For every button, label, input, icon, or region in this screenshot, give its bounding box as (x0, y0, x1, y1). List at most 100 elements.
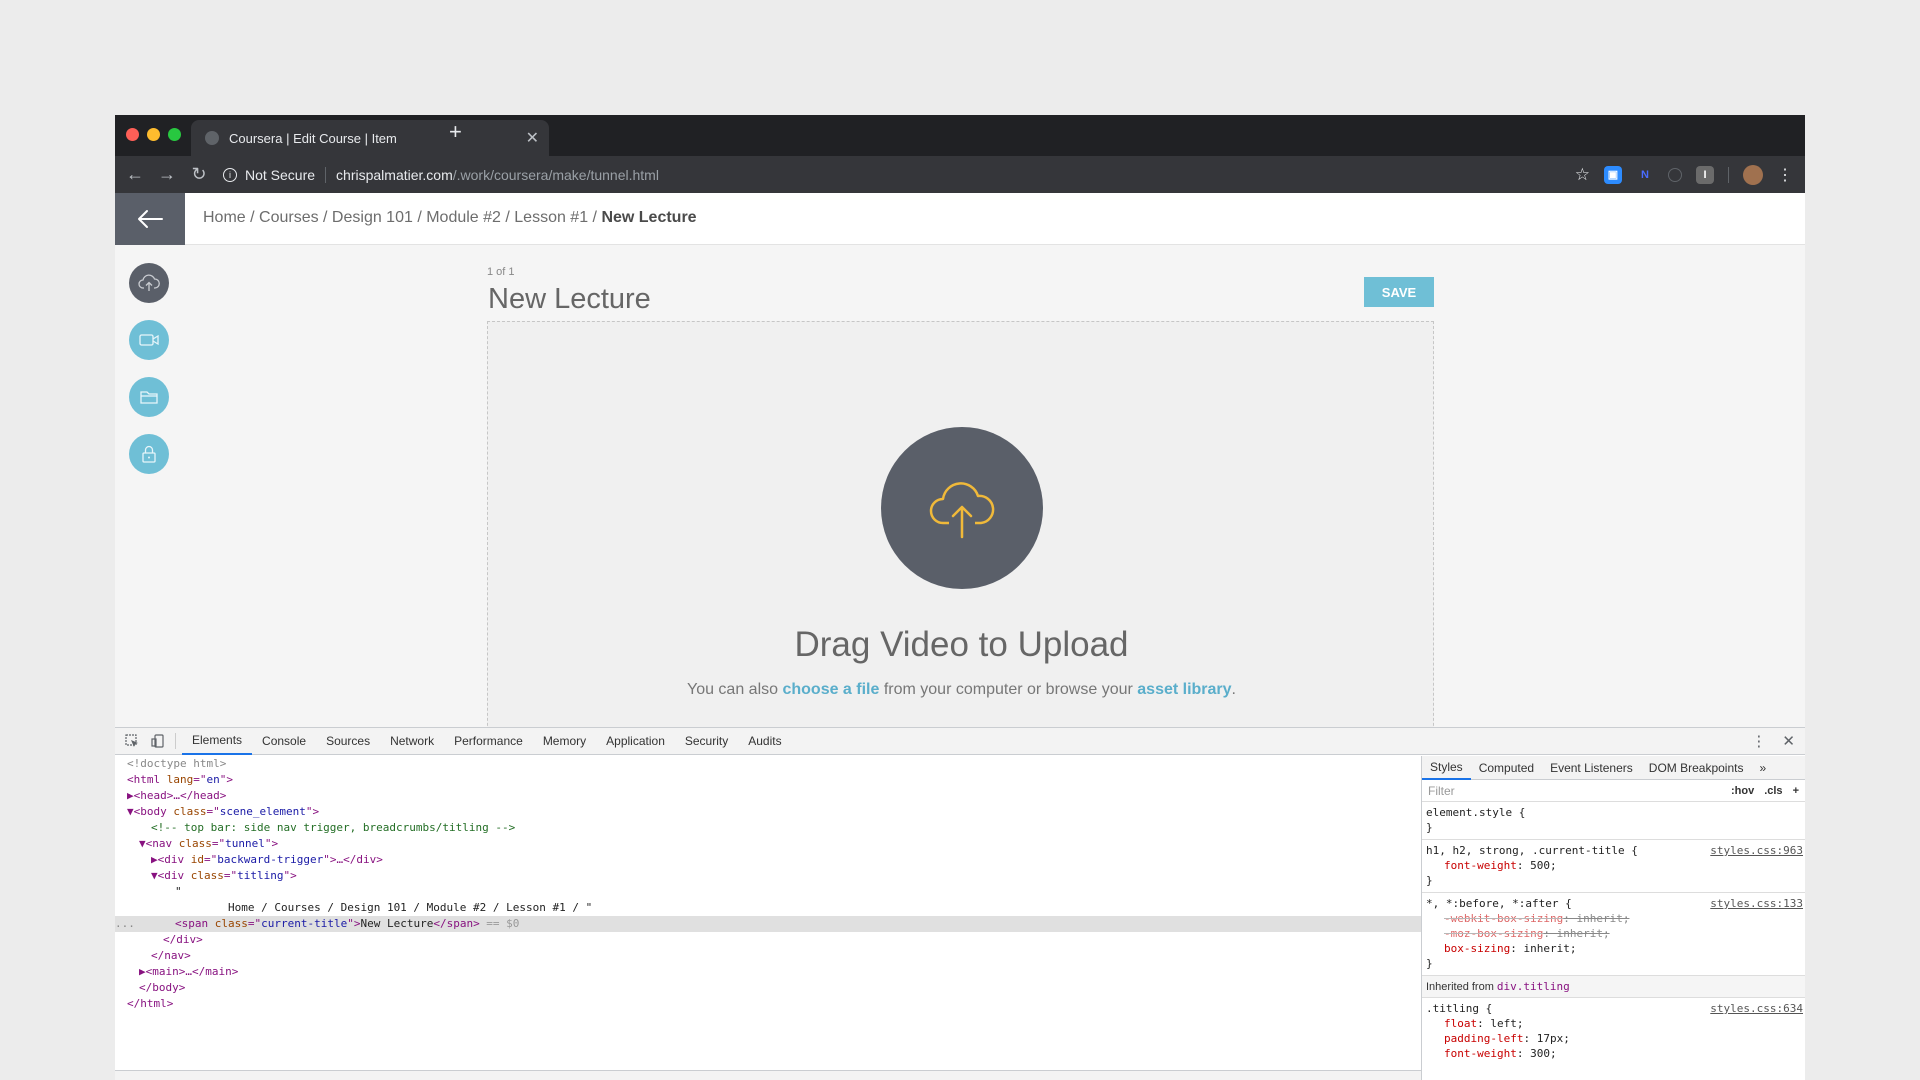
dom-text: class (173, 805, 207, 818)
tab-console[interactable]: Console (252, 728, 316, 755)
new-tab-button[interactable]: + (449, 119, 462, 145)
inherited-selector[interactable]: div.titling (1497, 980, 1570, 993)
dom-node[interactable]: </nav> (115, 948, 1421, 964)
dom-node[interactable]: ▼<nav class="tunnel"> (115, 836, 1421, 852)
browser-menu-icon[interactable]: ⋮ (1777, 165, 1793, 185)
styles-filter[interactable]: Filter :hov .cls + (1422, 780, 1805, 802)
dom-node[interactable]: <!doctype html> (115, 756, 1421, 772)
inspect-element-icon[interactable] (125, 734, 139, 748)
page-title: New Lecture (488, 283, 651, 315)
devtools-menu-icon[interactable]: ⋮ (1751, 732, 1766, 750)
browser-tab[interactable]: Coursera | Edit Course | Item ✕ (191, 120, 549, 156)
choose-file-link[interactable]: choose a file (782, 681, 879, 698)
close-tab-icon[interactable]: ✕ (526, 128, 539, 148)
dom-text: " (175, 885, 182, 898)
style-property[interactable]: -webkit-box-sizing: inherit; (1426, 911, 1801, 926)
asset-library-link[interactable]: asset library (1137, 681, 1231, 698)
dom-node[interactable]: ▶<head>…</head> (115, 788, 1421, 804)
tab-sources[interactable]: Sources (316, 728, 380, 755)
dom-text: <span (175, 917, 215, 930)
drag-title: Drag Video to Upload (794, 625, 1129, 664)
more-tabs-icon[interactable]: » (1751, 756, 1774, 780)
style-rule[interactable]: styles.css:133 *, *:before, *:after { -w… (1422, 893, 1805, 976)
tab-computed[interactable]: Computed (1471, 756, 1542, 780)
dom-text: "> (305, 805, 320, 818)
backward-trigger[interactable] (115, 193, 185, 245)
profile-avatar[interactable] (1743, 164, 1763, 185)
i-extension-icon[interactable]: I (1696, 165, 1714, 184)
device-toolbar-icon[interactable] (151, 734, 165, 748)
dom-text: ▶<head>…</head> (127, 789, 227, 802)
video-nav-button[interactable] (129, 320, 169, 360)
style-property[interactable]: padding-left: 17px; (1426, 1031, 1801, 1046)
dom-node[interactable]: ▶<main>…</main> (115, 964, 1421, 980)
n-extension-icon[interactable]: N (1636, 166, 1654, 184)
video-camera-icon (139, 334, 159, 346)
info-icon[interactable]: i (223, 167, 237, 182)
style-rule[interactable]: element.style { } (1422, 802, 1805, 840)
dom-node[interactable]: ▼<div class="titling"> (115, 868, 1421, 884)
inherited-section-header: Inherited from div.titling (1422, 976, 1805, 998)
bookmark-star-icon[interactable]: ☆ (1575, 165, 1590, 185)
dom-text: =" (223, 869, 238, 882)
upload-nav-button[interactable] (129, 263, 169, 303)
tab-event-listeners[interactable]: Event Listeners (1542, 756, 1641, 780)
rule-source-link[interactable]: styles.css:963 (1710, 843, 1803, 858)
devtools-close-icon[interactable]: ✕ (1782, 732, 1795, 750)
tab-application[interactable]: Application (596, 728, 675, 755)
breadcrumb-trail[interactable]: Home / Courses / Design 101 / Module #2 … (203, 209, 601, 226)
property-name: padding-left (1444, 1032, 1524, 1045)
dom-node[interactable]: <html lang="en"> (115, 772, 1421, 788)
dom-node[interactable]: <!-- top bar: side nav trigger, breadcru… (115, 820, 1421, 836)
property-value: : 500; (1516, 859, 1557, 872)
close-window-button[interactable] (126, 128, 139, 141)
back-icon[interactable]: ← (119, 164, 151, 185)
circle-extension-icon[interactable] (1668, 167, 1682, 182)
style-property[interactable]: -moz-box-sizing: inherit; (1426, 926, 1801, 941)
window-controls (126, 128, 181, 141)
folder-nav-button[interactable] (129, 377, 169, 417)
tab-audits[interactable]: Audits (738, 728, 791, 755)
upload-circle[interactable] (881, 427, 1043, 589)
tab-memory[interactable]: Memory (533, 728, 596, 755)
style-property[interactable]: box-sizing: inherit; (1426, 941, 1801, 956)
rule-source-link[interactable]: styles.css:133 (1710, 896, 1803, 911)
style-property[interactable]: font-weight: 500; (1426, 858, 1801, 873)
tab-styles[interactable]: Styles (1422, 756, 1471, 780)
style-rule[interactable]: styles.css:634 .titling { float: left; p… (1422, 998, 1805, 1065)
lock-nav-button[interactable] (129, 434, 169, 474)
forward-icon[interactable]: → (151, 164, 183, 185)
cls-toggle[interactable]: .cls (1764, 785, 1782, 797)
save-button[interactable]: SAVE (1364, 277, 1434, 307)
dom-node[interactable]: ▼<body class="scene_element"> (115, 804, 1421, 820)
dom-node[interactable]: </body> (115, 980, 1421, 996)
tab-security[interactable]: Security (675, 728, 738, 755)
maximize-window-button[interactable] (168, 128, 181, 141)
property-value: : 300; (1516, 1047, 1557, 1060)
rule-source-link[interactable]: styles.css:634 (1710, 1001, 1803, 1016)
hov-toggle[interactable]: :hov (1731, 785, 1754, 797)
dom-node[interactable]: Home / Courses / Design 101 / Module #2 … (115, 900, 1421, 916)
tab-performance[interactable]: Performance (444, 728, 533, 755)
tab-elements[interactable]: Elements (182, 728, 253, 755)
dom-node[interactable]: ▶<div id="backward-trigger">…</div> (115, 852, 1421, 868)
zoom-extension-icon[interactable]: ▣ (1604, 165, 1622, 184)
tab-network[interactable]: Network (380, 728, 444, 755)
dom-node[interactable]: " (115, 884, 1421, 900)
toolbar-divider (1728, 166, 1729, 183)
dom-node[interactable]: </html> (115, 996, 1421, 1012)
video-drop-zone[interactable]: Drag Video to Upload You can also choose… (487, 321, 1434, 727)
dom-text: </nav> (151, 949, 191, 962)
minimize-window-button[interactable] (147, 128, 160, 141)
dom-node[interactable]: </div> (115, 932, 1421, 948)
style-property[interactable]: font-weight: 300; (1426, 1046, 1801, 1061)
style-property[interactable]: float: left; (1426, 1016, 1801, 1031)
tab-dom-breakpoints[interactable]: DOM Breakpoints (1641, 756, 1752, 780)
dom-node-selected[interactable]: ... <span class="current-title">New Lectu… (115, 916, 1421, 932)
filter-input[interactable]: Filter (1428, 784, 1455, 798)
reload-icon[interactable]: ↻ (183, 164, 215, 185)
add-rule-icon[interactable]: + (1793, 785, 1799, 797)
address-bar[interactable]: i Not Secure chrispalmatier.com/.work/co… (223, 166, 659, 183)
style-rule[interactable]: styles.css:963 h1, h2, strong, .current-… (1422, 840, 1805, 893)
property-value: : 17px; (1523, 1032, 1570, 1045)
